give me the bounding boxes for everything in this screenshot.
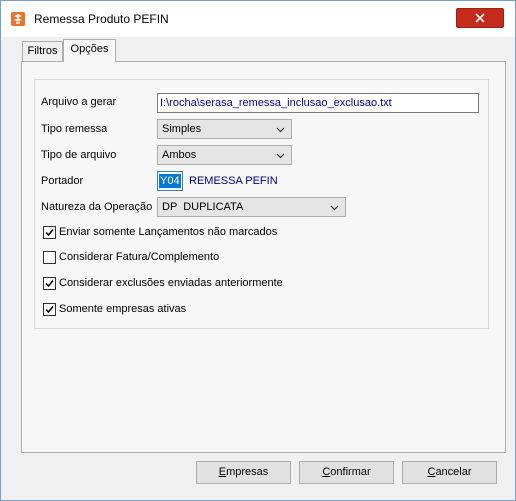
checkbox-label: Considerar Fatura/Complemento xyxy=(59,251,220,263)
arquivo-input[interactable]: I:\rocha\serasa_remessa_inclusao_exclusa… xyxy=(157,93,479,113)
app-icon xyxy=(11,12,25,26)
chevron-down-icon xyxy=(276,153,285,159)
tab-panel-opcoes: Arquivo a gerar I:\rocha\serasa_remessa_… xyxy=(21,61,506,453)
button-label: onfirmar xyxy=(330,466,371,478)
tipo-arquivo-value: Ambos xyxy=(162,149,197,161)
checkbox-box[interactable] xyxy=(43,251,56,264)
options-group: Arquivo a gerar I:\rocha\serasa_remessa_… xyxy=(34,79,489,329)
portador-description: REMESSA PEFIN xyxy=(189,175,278,187)
checkbox-box[interactable] xyxy=(43,277,56,290)
cancelar-button[interactable]: Cancelar xyxy=(402,461,497,484)
title-bar[interactable]: Remessa Produto PEFIN xyxy=(1,1,515,37)
button-label: mpresas xyxy=(226,466,269,478)
tab-filtros[interactable]: Filtros xyxy=(22,41,63,61)
tipo-remessa-value: Simples xyxy=(162,123,202,135)
natureza-select[interactable]: DP DUPLICATA xyxy=(157,197,346,217)
checkbox-box[interactable] xyxy=(43,226,56,239)
checkbox-label: Considerar exclusões enviadas anteriorme… xyxy=(59,277,283,289)
confirmar-button[interactable]: Confirmar xyxy=(299,461,394,484)
tipo-remessa-select[interactable]: Simples xyxy=(157,119,292,139)
tab-label: Filtros xyxy=(27,45,58,57)
button-label: ancelar xyxy=(435,466,472,478)
tipo-arquivo-label: Tipo de arquivo xyxy=(41,149,117,161)
tab-label: Opções xyxy=(70,43,109,55)
portador-code-input[interactable]: Y04 xyxy=(157,171,183,191)
chevron-down-icon xyxy=(330,205,339,211)
checkmark-icon xyxy=(45,306,54,314)
dialog-window: Remessa Produto PEFIN Filtros Opções Arq… xyxy=(0,0,516,501)
portador-code-value: Y04 xyxy=(159,174,181,188)
mnemonic: E xyxy=(218,466,227,478)
arquivo-label: Arquivo a gerar xyxy=(41,96,117,108)
tipo-arquivo-select[interactable]: Ambos xyxy=(157,145,292,165)
close-icon xyxy=(475,13,485,23)
empresas-button[interactable]: Empresas xyxy=(196,461,291,484)
natureza-label: Natureza da Operação xyxy=(41,201,153,213)
checkbox-box[interactable] xyxy=(43,303,56,316)
checkmark-icon xyxy=(45,229,54,237)
checkbox-label: Somente empresas ativas xyxy=(59,303,187,315)
chevron-down-icon xyxy=(276,127,285,133)
close-button[interactable] xyxy=(456,8,504,28)
tab-opcoes[interactable]: Opções xyxy=(63,39,116,62)
natureza-value: DP DUPLICATA xyxy=(162,201,244,213)
window-title: Remessa Produto PEFIN xyxy=(34,12,169,26)
tipo-remessa-label: Tipo remessa xyxy=(41,123,108,135)
checkmark-icon xyxy=(45,280,54,288)
checkbox-label: Enviar somente Lançamentos não marcados xyxy=(59,226,278,238)
portador-label: Portador xyxy=(41,175,84,187)
